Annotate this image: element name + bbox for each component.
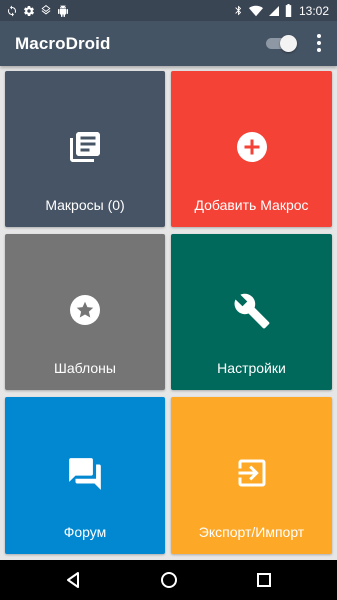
status-bar: 13:02: [0, 0, 337, 21]
status-right-icons: 13:02: [233, 4, 337, 18]
battery-icon: [285, 4, 292, 17]
star-circle-icon: [67, 292, 103, 333]
macrodroid-enable-toggle[interactable]: [264, 34, 298, 52]
tile-templates[interactable]: Шаблоны: [5, 234, 165, 390]
toggle-thumb: [280, 35, 297, 52]
tile-export-import[interactable]: Экспорт/Импорт: [171, 397, 332, 554]
status-left-icons: [0, 4, 69, 17]
add-circle-icon: [234, 129, 270, 170]
tile-label: Форум: [63, 524, 107, 540]
tile-macros[interactable]: Макросы (0): [5, 71, 165, 227]
import-export-icon: [234, 455, 270, 496]
macro-list-icon: [67, 129, 103, 170]
wifi-icon: [248, 5, 263, 16]
wrench-icon: [233, 292, 271, 335]
tile-label: Шаблоны: [54, 360, 116, 376]
navigation-bar: [0, 560, 337, 600]
signal-icon: [268, 5, 279, 16]
more-vert-dot: [317, 48, 321, 52]
tile-label: Добавить Макрос: [194, 197, 309, 213]
settings-sync-icon: [8, 5, 16, 16]
tile-label: Экспорт/Импорт: [198, 524, 305, 540]
recents-icon: [257, 573, 271, 587]
more-vert-icon: [317, 34, 321, 38]
forum-icon: [66, 455, 104, 498]
home-icon: [161, 572, 177, 588]
more-vert-dot: [317, 41, 321, 45]
layers-icon: [41, 4, 51, 14]
tile-add-macro[interactable]: Добавить Макрос: [171, 71, 332, 227]
overflow-menu-button[interactable]: [310, 32, 328, 54]
recents-button[interactable]: [254, 570, 274, 590]
tile-label: Настройки: [217, 360, 286, 376]
back-icon: [67, 572, 79, 588]
gear-icon: [24, 5, 34, 16]
tile-settings[interactable]: Настройки: [171, 234, 332, 390]
back-button[interactable]: [63, 570, 83, 590]
app-bar: MacroDroid: [0, 21, 337, 66]
tile-label: Макросы (0): [45, 197, 125, 213]
android-icon: [58, 4, 68, 17]
status-time: 13:02: [298, 3, 329, 18]
bluetooth-icon: [235, 5, 242, 16]
home-button[interactable]: [159, 570, 179, 590]
app-title: MacroDroid: [15, 33, 111, 53]
tile-forum[interactable]: Форум: [5, 397, 165, 554]
